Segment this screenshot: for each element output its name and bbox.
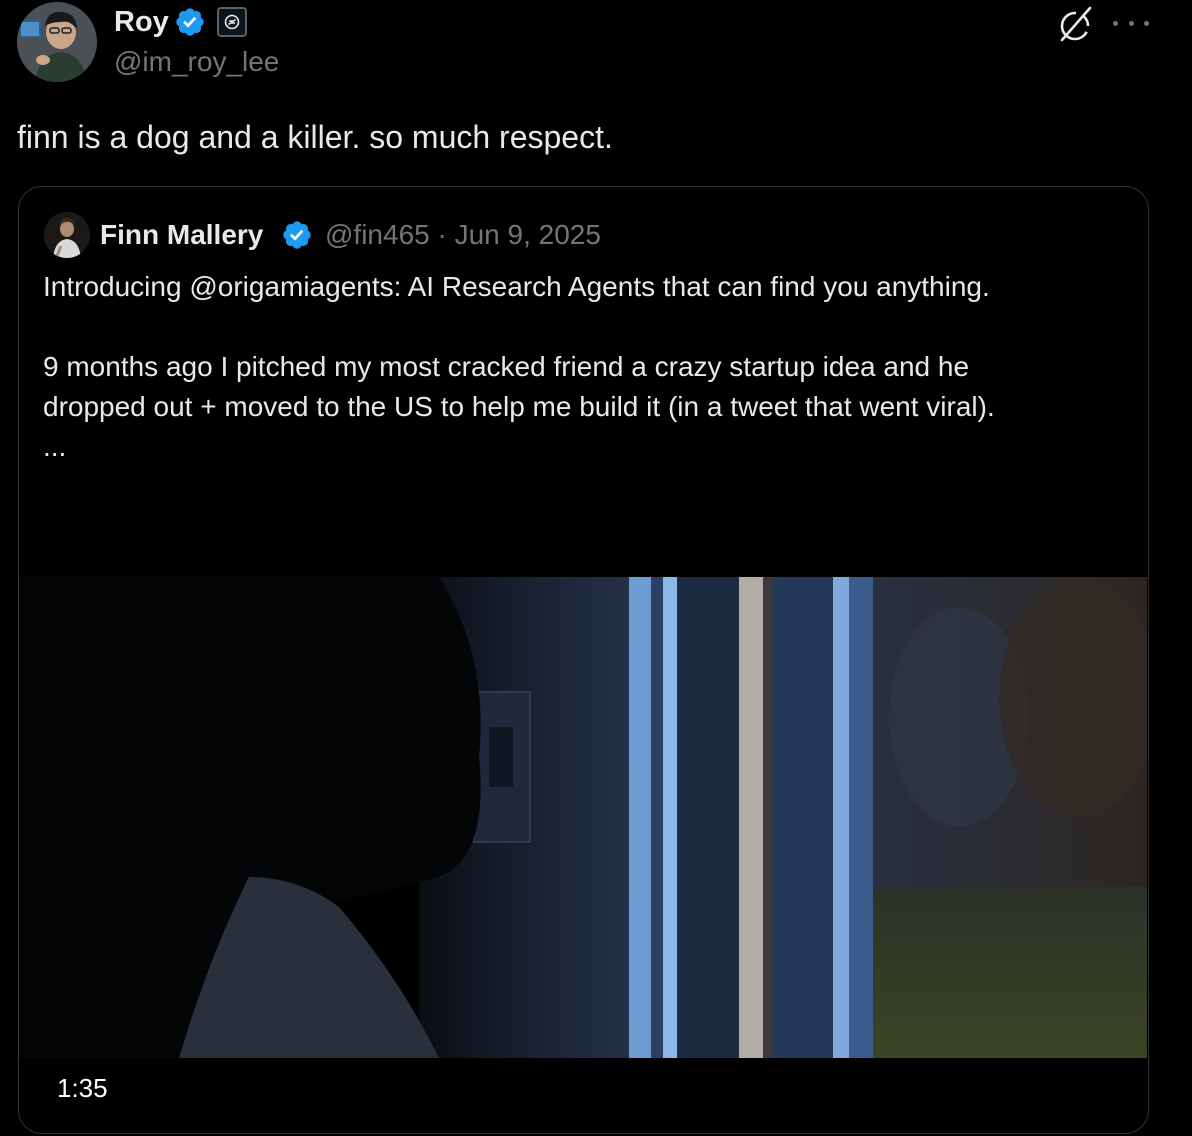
quoted-line: Introducing @origamiagents: AI Research … — [43, 271, 990, 302]
video-thumbnail — [19, 577, 1147, 1058]
dot — [1144, 20, 1149, 26]
tweet: Roy @im_roy_lee finn is a dog and a kill… — [0, 0, 1192, 1136]
author-avatar[interactable] — [17, 2, 97, 82]
quoted-author-avatar[interactable] — [44, 212, 90, 258]
tweet-text: finn is a dog and a killer. so much resp… — [17, 119, 613, 155]
dot — [1128, 20, 1134, 26]
verified-badge-icon[interactable] — [174, 6, 206, 38]
quoted-handle-date[interactable]: @fin465 · Jun 9, 2025 — [325, 217, 601, 253]
quoted-line: ... — [43, 431, 67, 462]
verified-badge-icon[interactable] — [281, 219, 313, 251]
quoted-tweet-text: Introducing @origamiagents: AI Research … — [43, 267, 1133, 467]
dot — [1113, 20, 1118, 26]
quoted-author-name[interactable]: Finn Mallery — [100, 217, 263, 253]
video-player[interactable] — [19, 577, 1147, 1058]
affiliate-badge-icon[interactable] — [217, 7, 247, 37]
author-handle[interactable]: @im_roy_lee — [114, 44, 279, 80]
grok-icon[interactable] — [1056, 4, 1096, 44]
quoted-line: 9 months ago I pitched my most cracked f… — [43, 351, 970, 382]
video-duration: 1:35 — [57, 1073, 108, 1103]
quoted-line: dropped out + moved to the US to help me… — [43, 391, 995, 422]
quoted-tweet-card[interactable]: Finn Mallery @fin465 · Jun 9, 2025 Intro… — [18, 186, 1149, 1134]
author-name[interactable]: Roy — [114, 4, 169, 40]
more-options-icon[interactable] — [1113, 8, 1149, 38]
